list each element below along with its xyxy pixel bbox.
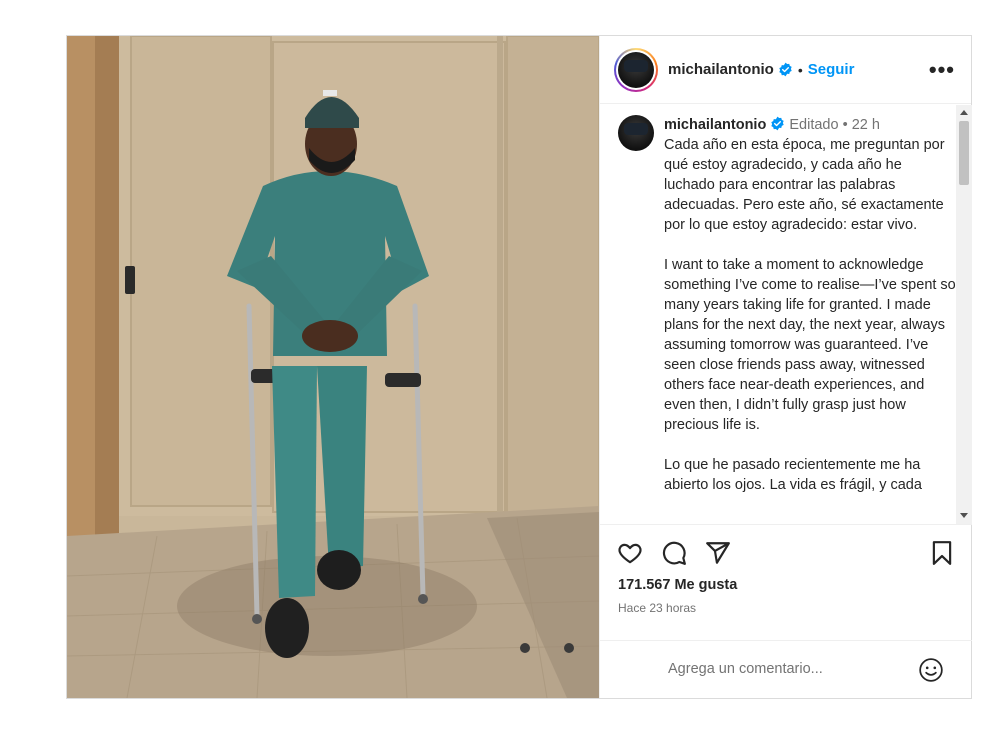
caption-scroll: michailantonio Editado • 22 h Cada año e…: [600, 105, 972, 515]
post-photo-illustration: [67, 36, 599, 698]
caption-area: michailantonio Editado • 22 h Cada año e…: [600, 105, 972, 524]
scroll-down-icon[interactable]: [960, 513, 968, 518]
edited-label: Editado: [789, 117, 839, 133]
profile-avatar-story-ring[interactable]: [614, 47, 658, 92]
avatar[interactable]: [618, 51, 654, 88]
more-options-icon[interactable]: •••: [929, 58, 955, 80]
heart-icon[interactable]: [617, 540, 643, 566]
caption-username[interactable]: michailantonio: [664, 117, 766, 133]
posted-time[interactable]: Hace 23 horas: [618, 601, 696, 615]
scrollbar-thumb[interactable]: [959, 121, 969, 185]
post-sidebar: michailantonio • Seguir ••• michailanton…: [599, 36, 972, 698]
post-photo[interactable]: [67, 36, 599, 698]
smiley-icon[interactable]: [918, 657, 944, 683]
comment-row: [600, 640, 972, 698]
likes-count[interactable]: 171.567 Me gusta: [618, 577, 737, 593]
caption-paragraph-3: Lo que he pasado recientemente me ha abi…: [664, 457, 922, 493]
caption-time[interactable]: 22 h: [852, 117, 880, 133]
comment-input[interactable]: [668, 657, 898, 681]
comment-icon[interactable]: [661, 540, 687, 566]
follow-button[interactable]: Seguir: [808, 61, 855, 78]
caption-scrollbar[interactable]: [956, 105, 972, 524]
post-header: michailantonio • Seguir •••: [600, 36, 971, 104]
bookmark-icon[interactable]: [929, 540, 955, 566]
caption-header: michailantonio Editado • 22 h: [664, 115, 956, 135]
verified-badge-icon: [779, 62, 792, 77]
scroll-up-icon[interactable]: [960, 110, 968, 115]
caption-separator: •: [842, 117, 848, 133]
header-username[interactable]: michailantonio: [668, 61, 774, 78]
instagram-post: michailantonio • Seguir ••• michailanton…: [66, 35, 972, 699]
caption-paragraph-2: I want to take a moment to acknowledge s…: [664, 257, 956, 433]
action-bar: [600, 524, 972, 566]
caption-paragraph-1: Cada año en esta época, me preguntan por…: [664, 137, 945, 233]
caption-avatar[interactable]: [618, 115, 654, 151]
verified-badge-icon: [771, 116, 785, 131]
header-separator: •: [797, 61, 803, 78]
caption-body: michailantonio Editado • 22 h Cada año e…: [664, 115, 956, 515]
share-icon[interactable]: [705, 540, 731, 566]
